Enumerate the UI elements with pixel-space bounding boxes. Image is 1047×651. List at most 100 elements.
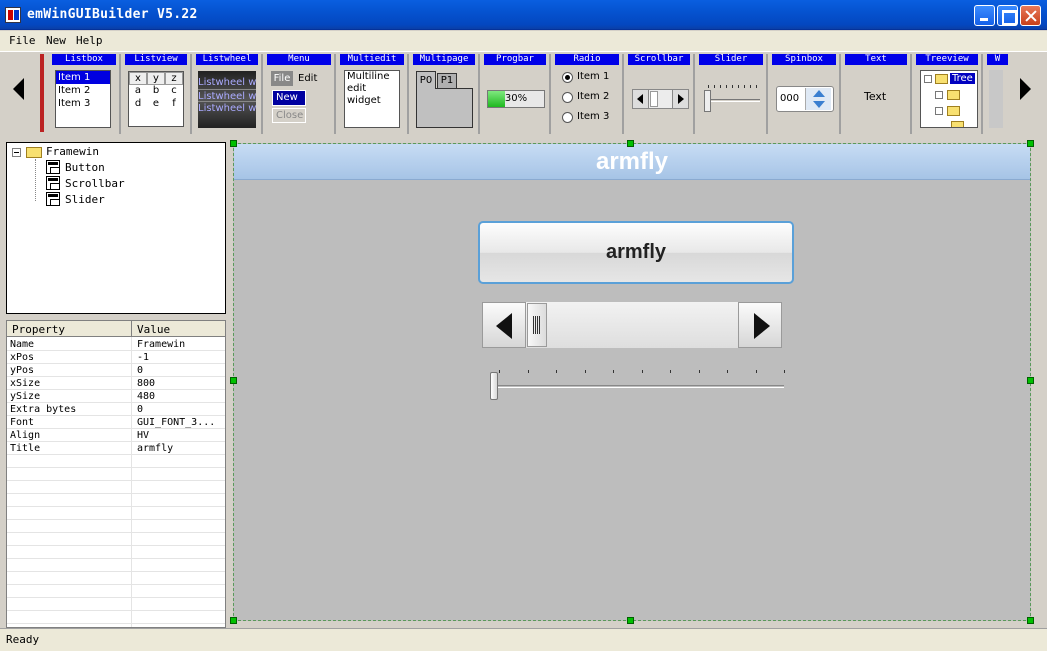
resize-handle[interactable] bbox=[230, 617, 237, 624]
design-canvas[interactable]: armfly armfly bbox=[233, 143, 1031, 621]
framewin-title: armfly bbox=[595, 148, 669, 175]
tree-node-scrollbar[interactable]: Scrollbar bbox=[65, 177, 125, 190]
close-button[interactable] bbox=[1020, 5, 1041, 26]
tree-node-framewin[interactable]: Framewin bbox=[46, 145, 99, 158]
listview-cell: e bbox=[152, 98, 160, 109]
slider-tick bbox=[755, 370, 757, 373]
property-grid-header: Property Value bbox=[7, 321, 225, 337]
spinbox-value: 000 bbox=[780, 93, 800, 104]
property-row[interactable]: Name Framewin bbox=[7, 338, 225, 351]
scrollbar-thumb bbox=[650, 91, 658, 107]
property-row[interactable]: Title armfly bbox=[7, 442, 225, 455]
armfly-button[interactable]: armfly bbox=[478, 221, 794, 284]
palette-cell-label: Listbox bbox=[52, 54, 116, 65]
property-key: xSize bbox=[10, 378, 41, 389]
palette-listview[interactable]: Listview x y z a b c d e f bbox=[122, 54, 192, 134]
palette-radio[interactable]: Radio Item 1 Item 2 Item 3 bbox=[552, 54, 624, 134]
resize-handle[interactable] bbox=[1027, 377, 1034, 384]
property-row[interactable]: yPos 0 bbox=[7, 364, 225, 377]
property-row[interactable]: Extra bytes 0 bbox=[7, 403, 225, 416]
empty-property-row bbox=[7, 494, 225, 507]
palette-progbar[interactable]: Progbar 30% bbox=[481, 54, 551, 134]
framewin-title-bar[interactable]: armfly bbox=[234, 144, 1030, 180]
listview-cell: f bbox=[172, 98, 176, 109]
property-key: Extra bytes bbox=[10, 404, 77, 415]
property-row[interactable]: xSize 800 bbox=[7, 377, 225, 390]
multipage-body bbox=[416, 88, 473, 128]
treeview-preview: Tree bbox=[920, 70, 978, 128]
palette-cell-label: W bbox=[987, 54, 1008, 65]
palette-cell-label: Spinbox bbox=[772, 54, 836, 65]
resize-handle[interactable] bbox=[627, 140, 634, 147]
minimize-button[interactable] bbox=[974, 5, 995, 26]
slider-tick bbox=[499, 370, 500, 373]
property-value[interactable]: 0 bbox=[137, 364, 143, 377]
palette-scroll-left-icon[interactable] bbox=[13, 78, 24, 100]
scroll-right-button[interactable] bbox=[738, 302, 782, 348]
menu-file[interactable]: File bbox=[9, 34, 36, 47]
resize-handle[interactable] bbox=[1027, 617, 1034, 624]
canvas-scrollbar[interactable] bbox=[482, 302, 782, 348]
resize-handle[interactable] bbox=[627, 617, 634, 624]
palette-cell-label: Multipage bbox=[413, 54, 475, 65]
palette-slider[interactable]: Slider bbox=[696, 54, 768, 134]
property-value[interactable]: 800 bbox=[137, 377, 155, 390]
maximize-button[interactable] bbox=[997, 5, 1018, 26]
empty-property-row bbox=[7, 468, 225, 481]
canvas-slider[interactable] bbox=[490, 366, 785, 402]
tree-node-button[interactable]: Button bbox=[65, 161, 105, 174]
collapse-icon[interactable] bbox=[12, 148, 21, 157]
palette-multiedit[interactable]: Multiedit Multiline edit widget bbox=[337, 54, 409, 134]
palette-listwheel[interactable]: Listwheel Listwheel wi Listwheel wi List… bbox=[193, 54, 263, 134]
listbox-item: Item 1 bbox=[56, 71, 110, 84]
property-grid: Property Value Name Framewin xPos -1 yPos 0… bbox=[6, 320, 226, 628]
palette-partial-cell[interactable]: W bbox=[984, 54, 1008, 134]
listview-cell: z bbox=[165, 72, 183, 85]
property-row[interactable]: Align HV bbox=[7, 429, 225, 442]
resize-handle[interactable] bbox=[1027, 140, 1034, 147]
property-value[interactable]: -1 bbox=[137, 351, 149, 364]
title-bar: emWinGUIBuilder V5.22 bbox=[0, 0, 1047, 30]
spinbox-preview: 000 bbox=[776, 86, 834, 112]
tree-node-slider[interactable]: Slider bbox=[65, 193, 105, 206]
app-icon bbox=[5, 7, 21, 23]
scrollbar-thumb[interactable] bbox=[527, 303, 547, 347]
scroll-left-button[interactable] bbox=[482, 302, 526, 348]
property-row[interactable]: xPos -1 bbox=[7, 351, 225, 364]
palette-multipage[interactable]: Multipage P0 P1 bbox=[410, 54, 480, 134]
property-value[interactable]: HV bbox=[137, 429, 149, 442]
slider-thumb bbox=[704, 90, 711, 112]
property-value[interactable]: 480 bbox=[137, 390, 155, 403]
window-title: emWinGUIBuilder V5.22 bbox=[27, 7, 198, 22]
listbox-preview: Item 1 Item 2 Item 3 bbox=[55, 70, 111, 128]
property-value[interactable]: GUI_FONT_3... bbox=[137, 416, 215, 429]
slider-thumb[interactable] bbox=[490, 372, 498, 400]
spinbox-arrows-icon bbox=[805, 88, 831, 110]
resize-handle[interactable] bbox=[230, 140, 237, 147]
palette-listbox[interactable]: Listbox Item 1 Item 2 Item 3 bbox=[49, 54, 121, 134]
palette-cell-label: Slider bbox=[699, 54, 763, 65]
window-icon bbox=[46, 176, 60, 190]
property-value[interactable]: 0 bbox=[137, 403, 143, 416]
palette-scroll-right-icon[interactable] bbox=[1020, 78, 1031, 100]
property-row[interactable]: ySize 480 bbox=[7, 390, 225, 403]
menu-help[interactable]: Help bbox=[76, 34, 103, 47]
resize-handle[interactable] bbox=[230, 377, 237, 384]
scrollbar-preview bbox=[632, 89, 689, 109]
palette-menu[interactable]: Menu File Edit New Close bbox=[264, 54, 336, 134]
empty-property-row bbox=[7, 572, 225, 585]
palette-spinbox[interactable]: Spinbox 000 bbox=[769, 54, 841, 134]
slider-tick bbox=[670, 370, 671, 373]
slider-tick bbox=[641, 370, 643, 373]
menu-new[interactable]: New bbox=[46, 34, 66, 47]
palette-treeview[interactable]: Treeview Tree bbox=[913, 54, 983, 134]
property-value[interactable]: armfly bbox=[137, 442, 173, 455]
property-row[interactable]: Font GUI_FONT_3... bbox=[7, 416, 225, 429]
property-value[interactable]: Framewin bbox=[137, 338, 185, 351]
slider-tick bbox=[613, 370, 614, 373]
palette-cell-label: Menu bbox=[267, 54, 331, 65]
property-key: ySize bbox=[10, 391, 41, 402]
palette-scrollbar[interactable]: Scrollbar bbox=[625, 54, 695, 134]
folder-icon bbox=[951, 121, 964, 127]
palette-text[interactable]: Text Text bbox=[842, 54, 912, 134]
